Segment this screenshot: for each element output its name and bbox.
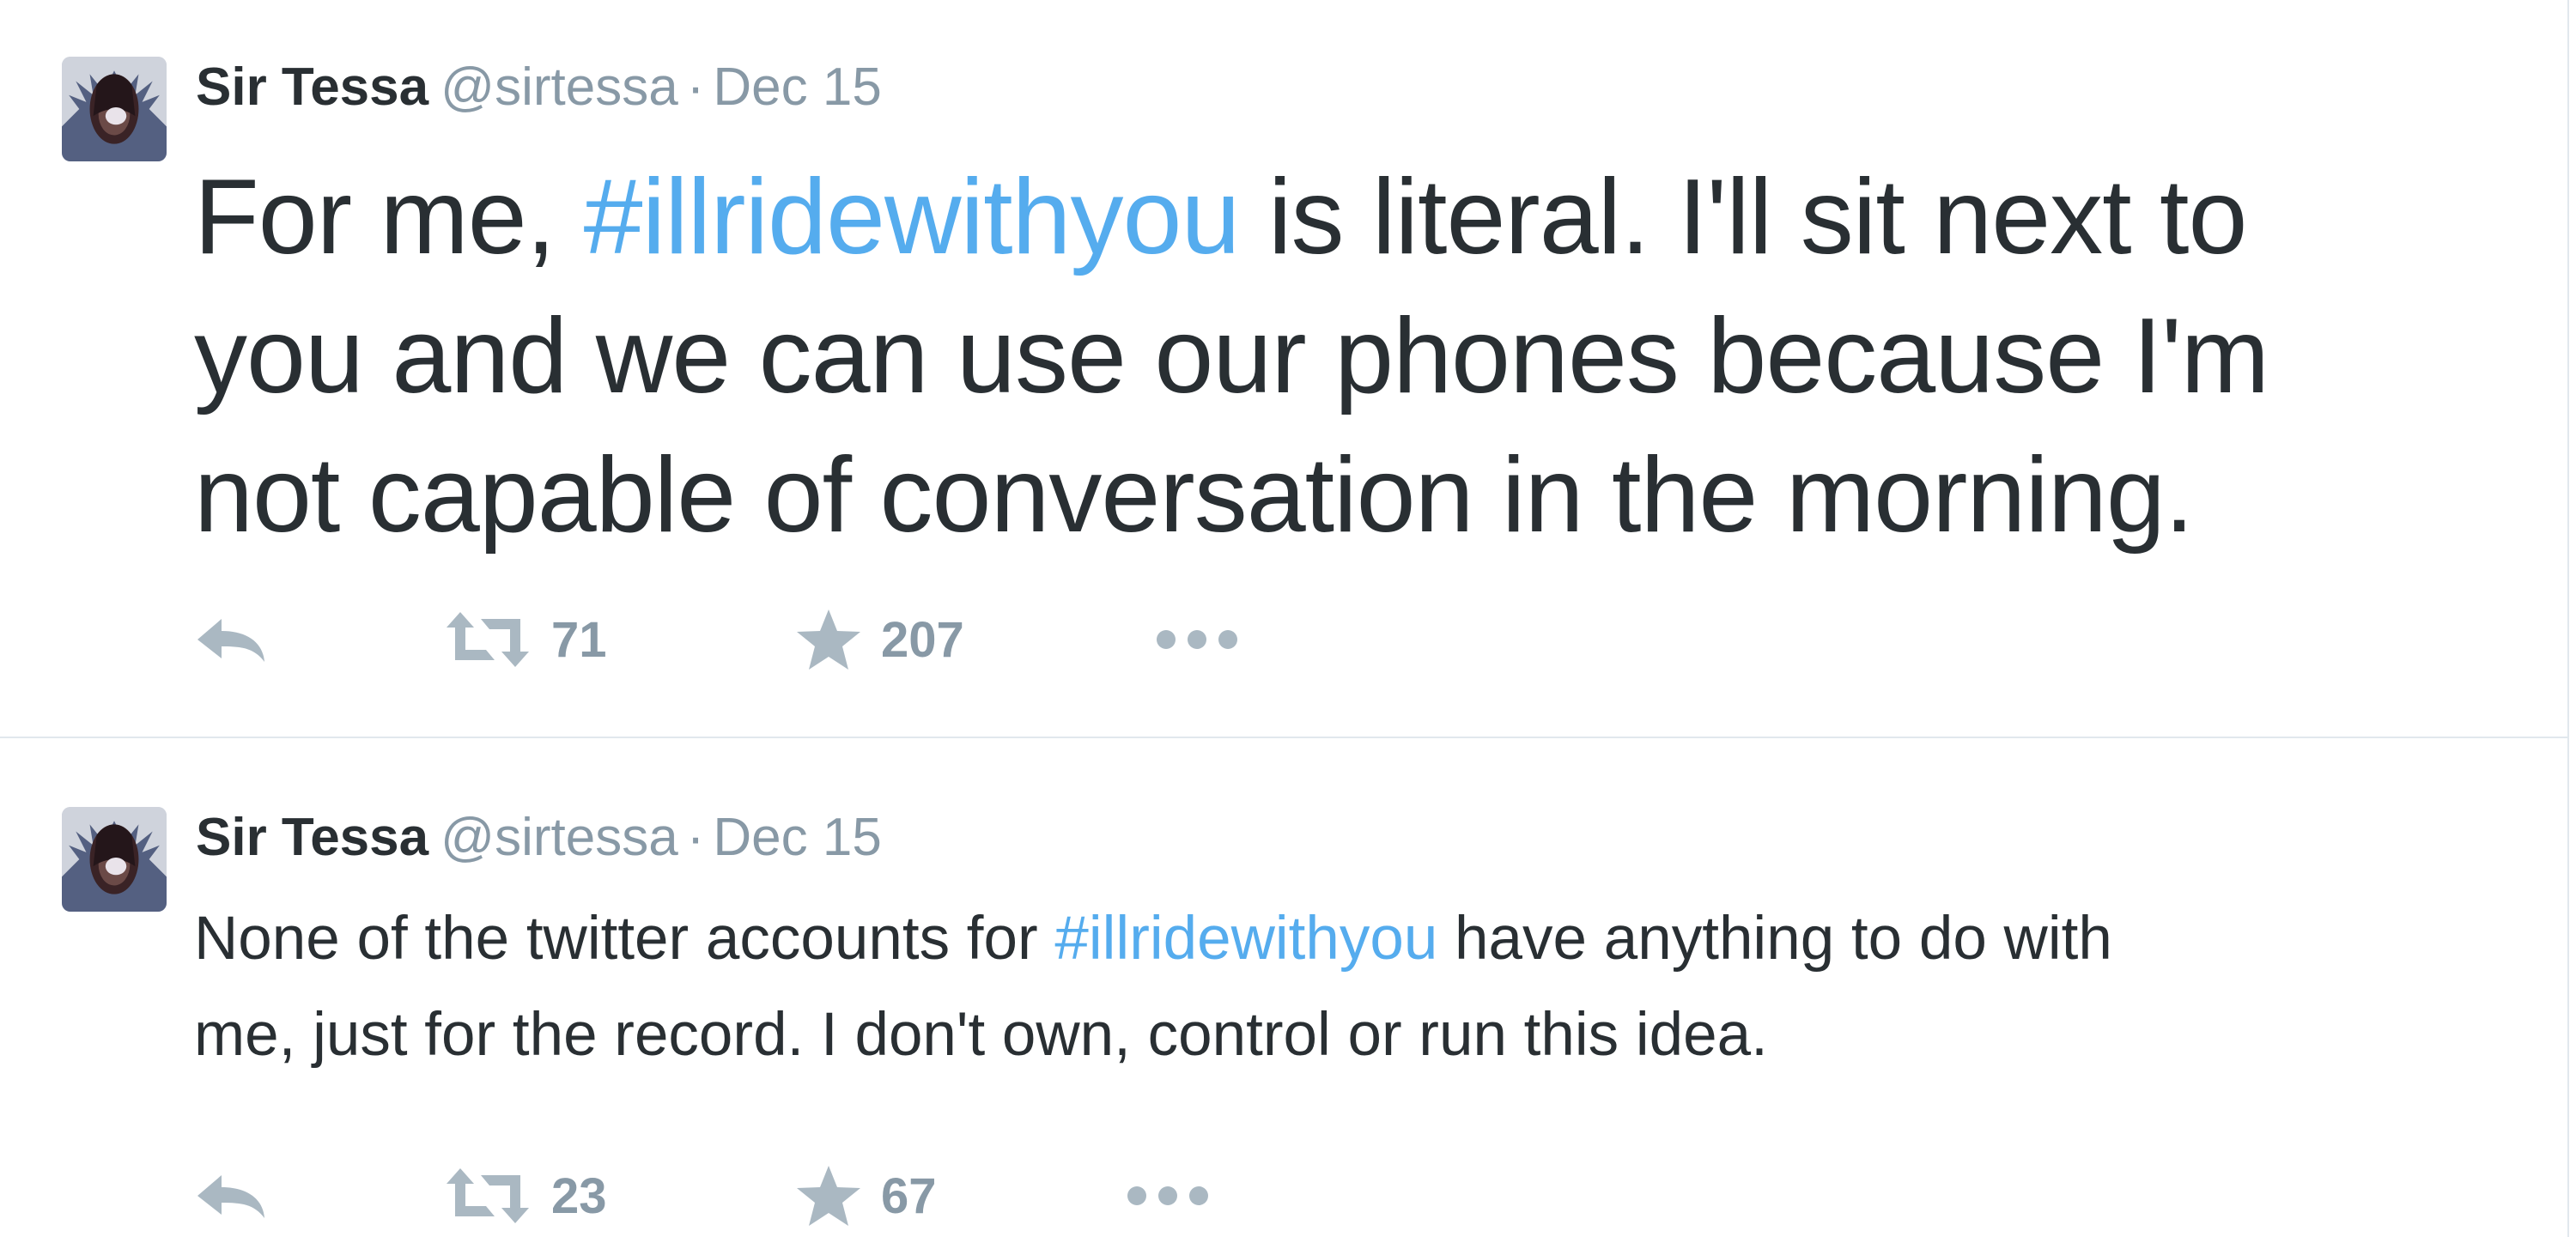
tweet-text-line: None of the twitter accounts for #illrid… xyxy=(194,891,2112,987)
retweet-button[interactable]: 23 xyxy=(443,1157,607,1234)
text-segment: not capable of conversation in the morni… xyxy=(194,436,2194,555)
tweet[interactable]: Sir Tessa @sirtessa · Dec 15 None of the tw… xyxy=(0,740,2567,1237)
text-segment: you and we can use our phones because I'… xyxy=(194,297,2269,415)
tweet-text: None of the twitter accounts for #illrid… xyxy=(194,891,2112,1083)
separator-dot: · xyxy=(686,808,705,867)
text-segment: me, just for the record. I don't own, co… xyxy=(194,1001,1768,1069)
more-options-button[interactable] xyxy=(1127,1157,1209,1234)
star-icon xyxy=(797,609,860,670)
tweet-text-line: not capable of conversation in the morni… xyxy=(194,426,2269,565)
text-segment: None of the twitter accounts for xyxy=(194,905,1055,973)
retweet-count: 23 xyxy=(551,1167,607,1224)
hashtag-link[interactable]: #illridewithyou xyxy=(584,158,1241,276)
display-name[interactable]: Sir Tessa xyxy=(196,58,428,117)
reply-icon xyxy=(197,619,264,662)
retweet-icon xyxy=(447,1168,529,1223)
timestamp-link[interactable]: Dec 15 xyxy=(713,808,881,867)
tweet[interactable]: Sir Tessa @sirtessa · Dec 15 For me, #illri… xyxy=(0,0,2567,738)
favorite-button[interactable]: 207 xyxy=(795,601,964,678)
tweet-text: For me, #illridewithyou is literal. I'll… xyxy=(194,148,2269,565)
text-segment: have anything to do with xyxy=(1437,905,2112,973)
display-name[interactable]: Sir Tessa xyxy=(196,808,428,867)
tweet-header: Sir Tessa @sirtessa · Dec 15 xyxy=(196,55,882,120)
text-segment: For me, xyxy=(194,158,584,276)
reply-button[interactable] xyxy=(194,601,268,678)
avatar-image xyxy=(62,57,167,161)
retweet-icon xyxy=(447,612,529,667)
username[interactable]: @sirtessa xyxy=(440,808,678,867)
tweet-text-line: you and we can use our phones because I'… xyxy=(194,287,2269,426)
favorite-count: 67 xyxy=(881,1167,937,1224)
favorite-button[interactable]: 67 xyxy=(795,1157,937,1234)
avatar[interactable] xyxy=(62,57,167,161)
retweet-button[interactable]: 71 xyxy=(443,601,607,678)
retweet-count: 71 xyxy=(551,611,607,668)
reply-icon xyxy=(197,1175,264,1218)
separator-dot: · xyxy=(686,58,705,117)
avatar[interactable] xyxy=(62,807,167,912)
tweet-actions: 23 67 xyxy=(194,1157,1396,1234)
favorite-count: 207 xyxy=(881,611,964,668)
timeline: Sir Tessa @sirtessa · Dec 15 For me, #illri… xyxy=(0,0,2569,1237)
avatar-image xyxy=(62,807,167,912)
hashtag-link[interactable]: #illridewithyou xyxy=(1054,905,1437,973)
tweet-text-line: For me, #illridewithyou is literal. I'll… xyxy=(194,148,2269,287)
tweet-text-line: me, just for the record. I don't own, co… xyxy=(194,987,2112,1083)
timestamp-link[interactable]: Dec 15 xyxy=(713,58,881,117)
reply-button[interactable] xyxy=(194,1157,268,1234)
username[interactable]: @sirtessa xyxy=(440,58,678,117)
more-icon xyxy=(1127,1186,1208,1205)
more-options-button[interactable] xyxy=(1156,601,1238,678)
tweet-header: Sir Tessa @sirtessa · Dec 15 xyxy=(196,805,882,870)
more-icon xyxy=(1157,630,1237,649)
text-segment: is literal. I'll sit next to xyxy=(1239,158,2248,276)
tweet-actions: 71 207 xyxy=(194,601,1396,678)
star-icon xyxy=(797,1166,860,1226)
